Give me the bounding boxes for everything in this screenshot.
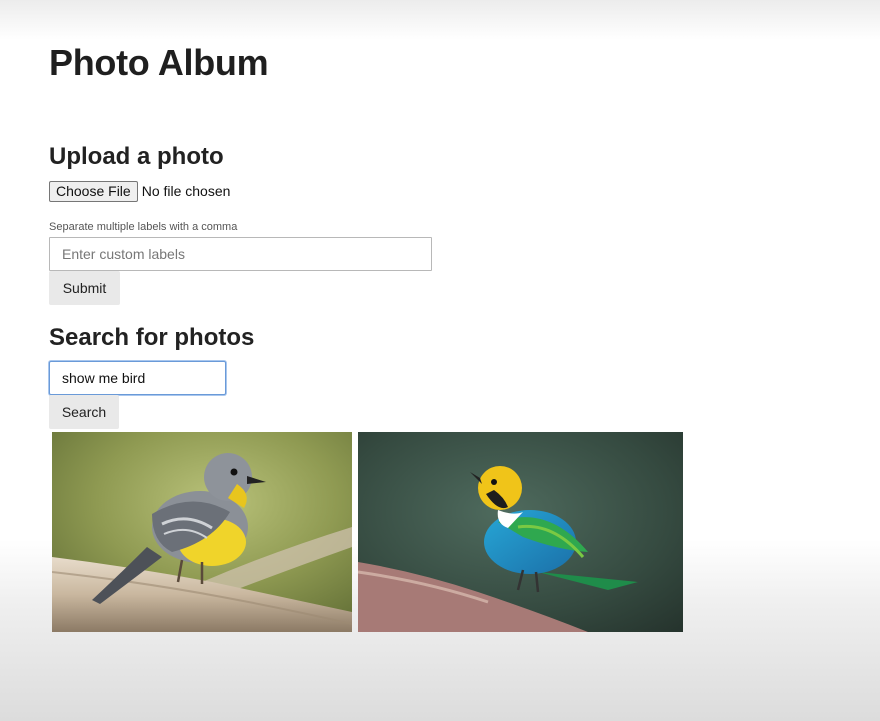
custom-labels-input[interactable]	[49, 237, 432, 271]
file-picker: Choose File No file chosen	[49, 180, 230, 202]
file-status-text: No file chosen	[141, 183, 231, 199]
search-button[interactable]: Search	[49, 395, 119, 429]
search-input[interactable]	[49, 361, 226, 395]
page-title: Photo Album	[49, 42, 269, 83]
submit-button[interactable]: Submit	[49, 271, 120, 305]
bird-photo-yellow	[52, 432, 352, 632]
result-photo[interactable]	[52, 432, 352, 632]
result-photo[interactable]	[358, 432, 683, 632]
labels-hint: Separate multiple labels with a comma	[49, 221, 238, 233]
upload-heading: Upload a photo	[49, 143, 224, 170]
page: Photo Album Upload a photo Choose File N…	[0, 0, 880, 721]
search-heading: Search for photos	[49, 324, 255, 351]
bird-photo-multicolor	[358, 432, 683, 632]
choose-file-button[interactable]: Choose File	[49, 180, 138, 202]
